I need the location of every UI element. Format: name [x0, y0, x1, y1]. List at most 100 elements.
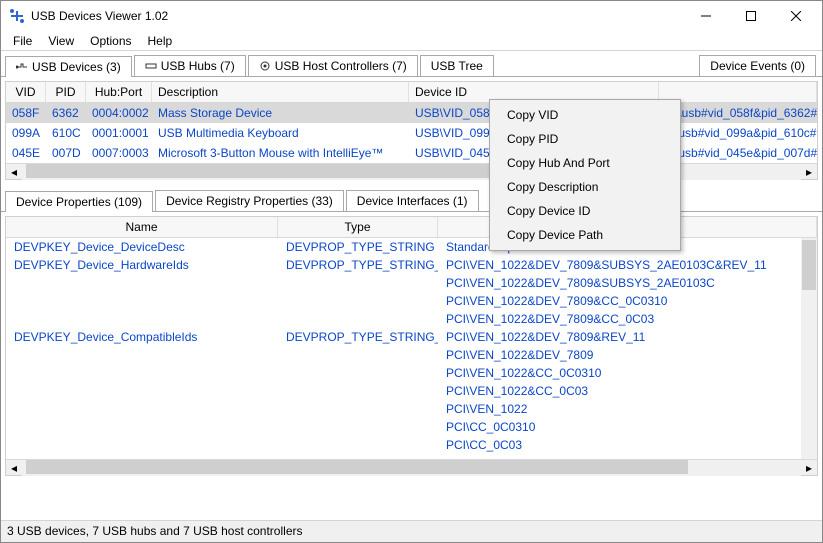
properties-header: Name Type [6, 217, 817, 238]
tab-device-events[interactable]: Device Events (0) [699, 55, 816, 76]
ctx-copy-device-path[interactable]: Copy Device Path [493, 223, 677, 247]
top-tabbar: USB Devices (3) USB Hubs (7) USB Host Co… [1, 51, 822, 77]
col-prop-name[interactable]: Name [6, 217, 278, 237]
devices-grid: VID PID Hub:Port Description Device ID 0… [5, 81, 818, 180]
vertical-scrollbar[interactable] [801, 238, 817, 459]
tab-label: USB Host Controllers (7) [275, 59, 407, 73]
cell: 045E [6, 145, 46, 161]
prop-type: DEVPROP_TYPE_STRING_LIST [278, 257, 438, 273]
tab-host-controllers[interactable]: USB Host Controllers (7) [248, 55, 418, 76]
col-vid[interactable]: VID [6, 82, 46, 102]
horizontal-scrollbar[interactable]: ◂ ▸ [6, 459, 817, 475]
prop-type [278, 293, 438, 309]
prop-type [278, 383, 438, 399]
scroll-right-icon[interactable]: ▸ [801, 164, 817, 180]
cell: 610C [46, 125, 86, 141]
cell: Mass Storage Device [152, 105, 409, 121]
prop-value: PCI\VEN_1022&DEV_7809&REV_11 [438, 329, 817, 345]
menu-help[interactable]: Help [140, 32, 181, 50]
table-row[interactable]: 045E007D0007:0003Microsoft 3-Button Mous… [6, 143, 817, 163]
menu-view[interactable]: View [40, 32, 82, 50]
prop-value: PCI\VEN_1022&CC_0C03 [438, 383, 817, 399]
cell: \?\usb#vid_099a&pid_610c#5& [659, 125, 817, 141]
prop-type [278, 365, 438, 381]
close-button[interactable] [773, 2, 818, 30]
properties-body[interactable]: DEVPKEY_Device_DeviceDescDEVPROP_TYPE_ST… [6, 238, 817, 459]
prop-type: DEVPROP_TYPE_STRING_LIST [278, 329, 438, 345]
properties-grid: Name Type DEVPKEY_Device_DeviceDescDEVPR… [5, 216, 818, 476]
tab-label: Device Registry Properties (33) [166, 194, 333, 208]
scroll-left-icon[interactable]: ◂ [6, 460, 22, 476]
prop-name [6, 383, 278, 399]
ctx-copy-description[interactable]: Copy Description [493, 175, 677, 199]
table-row[interactable]: 099A610C0001:0001USB Multimedia Keyboard… [6, 123, 817, 143]
col-hub[interactable]: Hub:Port [86, 82, 152, 102]
tab-registry-properties[interactable]: Device Registry Properties (33) [155, 190, 344, 211]
property-row[interactable]: PCI\CC_0C0310 [6, 418, 817, 436]
titlebar: USB Devices Viewer 1.02 [1, 1, 822, 31]
property-row[interactable]: PCI\VEN_1022&DEV_7809&SUBSYS_2AE0103C [6, 274, 817, 292]
prop-type [278, 437, 438, 453]
scroll-left-icon[interactable]: ◂ [6, 164, 22, 180]
menubar: File View Options Help [1, 31, 822, 51]
prop-name [6, 401, 278, 417]
window-buttons [683, 2, 818, 30]
app-icon [9, 8, 25, 24]
horizontal-scrollbar[interactable]: ◂ ▸ [6, 163, 817, 179]
property-row[interactable]: PCI\VEN_1022 [6, 400, 817, 418]
col-pid[interactable]: PID [46, 82, 86, 102]
tab-device-properties[interactable]: Device Properties (109) [5, 191, 153, 212]
prop-type [278, 275, 438, 291]
col-prop-type[interactable]: Type [278, 217, 438, 237]
maximize-button[interactable] [728, 2, 773, 30]
prop-name [6, 365, 278, 381]
property-row[interactable]: PCI\VEN_1022&DEV_7809&CC_0C0310 [6, 292, 817, 310]
tab-label: USB Tree [431, 59, 483, 73]
prop-name [6, 347, 278, 363]
property-row[interactable]: DEVPKEY_Device_HardwareIdsDEVPROP_TYPE_S… [6, 256, 817, 274]
cell: USB Multimedia Keyboard [152, 125, 409, 141]
menu-file[interactable]: File [5, 32, 40, 50]
property-row[interactable]: DEVPKEY_Device_CompatibleIdsDEVPROP_TYPE… [6, 328, 817, 346]
cell: 0001:0001 [86, 125, 152, 141]
tab-usb-hubs[interactable]: USB Hubs (7) [134, 55, 246, 76]
cell: \?\usb#vid_045e&pid_007d#5 [659, 145, 817, 161]
property-row[interactable]: PCI\VEN_1022&DEV_7809&CC_0C03 [6, 310, 817, 328]
cell: 007D [46, 145, 86, 161]
prop-value: PCI\VEN_1022&DEV_7809&CC_0C03 [438, 311, 817, 327]
hub-icon [145, 60, 157, 72]
cell: 0004:0002 [86, 105, 152, 121]
cell: Microsoft 3-Button Mouse with IntelliEye… [152, 145, 409, 161]
property-row[interactable]: DEVPKEY_Device_DeviceDescDEVPROP_TYPE_ST… [6, 238, 817, 256]
ctx-copy-hub[interactable]: Copy Hub And Port [493, 151, 677, 175]
grid-body[interactable]: 058F63620004:0002Mass Storage DeviceUSB\… [6, 103, 817, 163]
prop-value: PCI\VEN_1022&DEV_7809&SUBSYS_2AE0103C&RE… [438, 257, 817, 273]
property-row[interactable]: PCI\VEN_1022&CC_0C0310 [6, 364, 817, 382]
minimize-button[interactable] [683, 2, 728, 30]
ctx-copy-vid[interactable]: Copy VID [493, 103, 677, 127]
cell: 6362 [46, 105, 86, 121]
tab-usb-tree[interactable]: USB Tree [420, 55, 494, 76]
col-path[interactable] [659, 82, 817, 102]
tab-label: USB Hubs (7) [161, 59, 235, 73]
property-row[interactable]: PCI\CC_0C03 [6, 436, 817, 454]
cell: 0007:0003 [86, 145, 152, 161]
table-row[interactable]: 058F63620004:0002Mass Storage DeviceUSB\… [6, 103, 817, 123]
scroll-right-icon[interactable]: ▸ [801, 460, 817, 476]
prop-name [6, 419, 278, 435]
prop-type [278, 347, 438, 363]
cell: 099A [6, 125, 46, 141]
prop-type [278, 311, 438, 327]
prop-name [6, 311, 278, 327]
property-row[interactable]: PCI\VEN_1022&DEV_7809 [6, 346, 817, 364]
menu-options[interactable]: Options [82, 32, 139, 50]
tab-device-interfaces[interactable]: Device Interfaces (1) [346, 190, 479, 211]
property-row[interactable]: PCI\VEN_1022&CC_0C03 [6, 382, 817, 400]
prop-name [6, 275, 278, 291]
prop-value: PCI\VEN_1022&DEV_7809 [438, 347, 817, 363]
col-description[interactable]: Description [152, 82, 409, 102]
prop-value: PCI\CC_0C0310 [438, 419, 817, 435]
tab-usb-devices[interactable]: USB Devices (3) [5, 56, 132, 77]
ctx-copy-device-id[interactable]: Copy Device ID [493, 199, 677, 223]
ctx-copy-pid[interactable]: Copy PID [493, 127, 677, 151]
